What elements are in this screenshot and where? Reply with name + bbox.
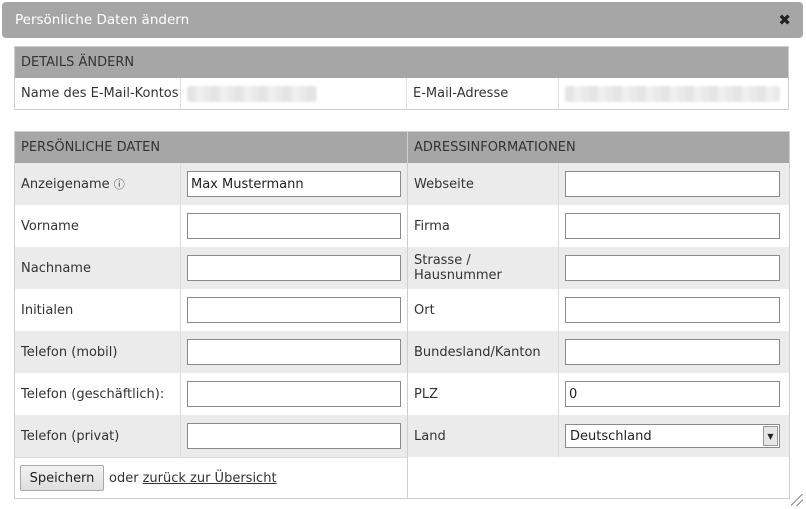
address-info-panel: ADRESSINFORMATIONEN Webseite Firma Stras… [408,131,790,499]
last-name-label: Nachname [15,247,181,289]
redacted-account-name [186,85,317,102]
form-row-city: Ort [408,289,789,331]
form-row-street: Strasse / Hausnummer [408,247,789,289]
phone-mobile-input[interactable] [187,339,401,365]
phone-business-input[interactable] [187,381,401,407]
country-select-value: Deutschland [570,428,652,444]
email-address-label: E-Mail-Adresse [407,78,559,109]
form-row-phone-mobile: Telefon (mobil) [15,331,407,373]
form-row-first-name: Vorname [15,205,407,247]
address-info-header: ADRESSINFORMATIONEN [408,132,789,163]
phone-private-label: Telefon (privat) [15,415,181,457]
dialog-title: Persönliche Daten ändern [15,12,190,28]
country-select[interactable]: Deutschland ▼ [565,424,780,448]
personal-data-panel: PERSÖNLICHE DATEN Anzeigename ⓘ Vorname … [14,131,408,499]
close-icon[interactable]: ✖ [778,12,791,28]
display-name-label: Anzeigename ⓘ [15,163,181,205]
display-name-input[interactable] [187,171,401,197]
save-button[interactable]: Speichern [20,465,104,491]
form-panels: PERSÖNLICHE DATEN Anzeigename ⓘ Vorname … [14,131,790,499]
form-row-initials: Initialen [15,289,407,331]
details-section: DETAILS ÄNDERN Name des E-Mail-Kontos E-… [14,46,789,110]
back-to-overview-link[interactable]: zurück zur Übersicht [143,471,277,486]
details-header: DETAILS ÄNDERN [15,47,788,78]
form-row-website: Webseite [408,163,789,205]
country-label: Land [408,415,559,457]
redacted-email-address [564,85,780,102]
city-input[interactable] [565,297,780,323]
personal-data-header: PERSÖNLICHE DATEN [15,132,407,163]
form-row-last-name: Nachname [15,247,407,289]
resize-handle-icon[interactable] [791,494,803,506]
details-row: Name des E-Mail-Kontos E-Mail-Adresse [15,78,788,109]
postal-code-label: PLZ [408,373,559,415]
city-label: Ort [408,289,559,331]
phone-mobile-label: Telefon (mobil) [15,331,181,373]
street-input[interactable] [565,255,780,281]
form-row-phone-business: Telefon (geschäftlich): [15,373,407,415]
initials-input[interactable] [187,297,401,323]
initials-label: Initialen [15,289,181,331]
account-name-label: Name des E-Mail-Kontos [15,78,181,109]
form-row-postal-code: PLZ [408,373,789,415]
first-name-label: Vorname [15,205,181,247]
email-address-value [559,78,788,109]
chevron-down-icon[interactable]: ▼ [763,426,778,446]
form-row-display-name: Anzeigename ⓘ [15,163,407,205]
company-input[interactable] [565,213,780,239]
website-label: Webseite [408,163,559,205]
form-row-phone-private: Telefon (privat) [15,415,407,457]
form-row-country: Land Deutschland ▼ [408,415,789,457]
info-icon[interactable]: ⓘ [114,176,125,192]
website-input[interactable] [565,171,780,197]
phone-business-label: Telefon (geschäftlich): [15,373,181,415]
form-row-state: Bundesland/Kanton [408,331,789,373]
state-input[interactable] [565,339,780,365]
dialog-titlebar: Persönliche Daten ändern ✖ [2,2,803,38]
state-label: Bundesland/Kanton [408,331,559,373]
company-label: Firma [408,205,559,247]
account-name-value [181,78,407,109]
or-text: oder [109,470,139,486]
form-actions: Speichern oder zurück zur Übersicht [15,457,407,498]
first-name-input[interactable] [187,213,401,239]
last-name-input[interactable] [187,255,401,281]
display-name-label-text: Anzeigename [21,176,110,192]
form-row-company: Firma [408,205,789,247]
street-label: Strasse / Hausnummer [408,247,559,289]
phone-private-input[interactable] [187,423,401,449]
postal-code-input[interactable] [565,381,780,407]
